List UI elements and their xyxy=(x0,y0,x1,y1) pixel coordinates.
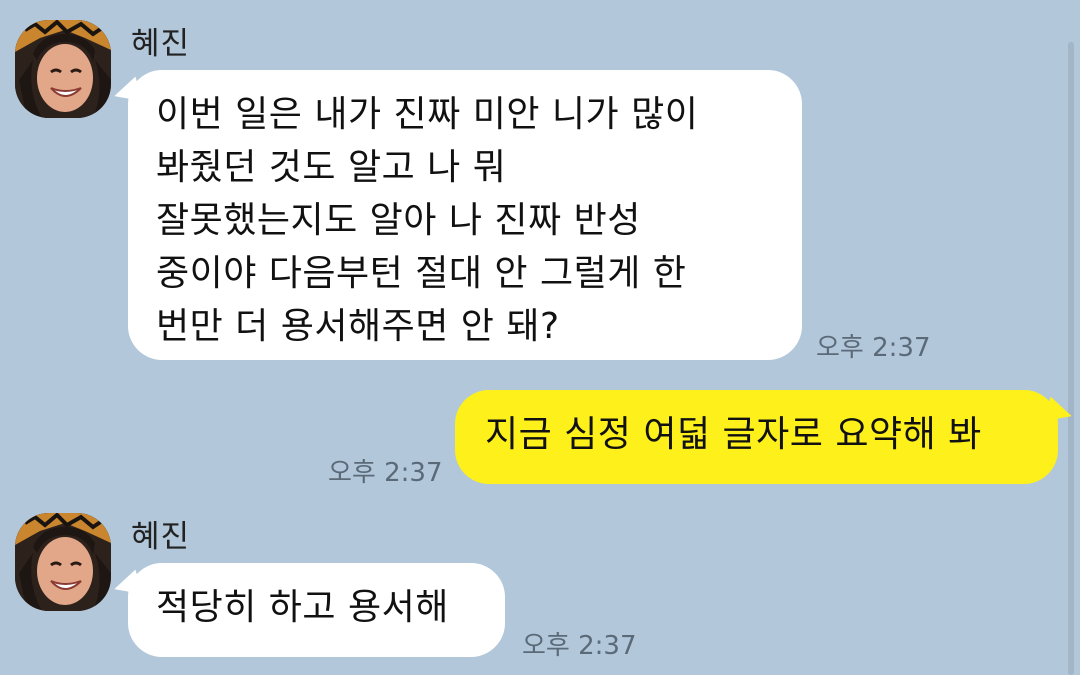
message-bubble[interactable]: 이번 일은 내가 진짜 미안 니가 많이 봐줬던 것도 알고 나 뭐 잘못했는지… xyxy=(128,70,802,360)
scrollbar[interactable] xyxy=(1068,42,1074,675)
sender-name: 혜진 xyxy=(131,26,191,62)
sender-name: 혜진 xyxy=(131,519,191,555)
message-line: 이번 일은 내가 진짜 미안 니가 많이 xyxy=(156,94,699,135)
message-bubble[interactable]: 지금 심정 여덟 글자로 요약해 봐 xyxy=(455,390,1058,484)
avatar[interactable] xyxy=(15,20,111,118)
message-line: 봐줬던 것도 알고 나 뭐 xyxy=(156,147,507,188)
message-line: 잘못했는지도 알아 나 진짜 반성 xyxy=(156,200,641,241)
avatar[interactable] xyxy=(15,513,111,611)
chat-area[interactable]: 혜진 이번 일은 내가 진짜 미안 니가 많이 봐줬던 것도 알고 나 뭐 잘못… xyxy=(0,0,1080,675)
message-time: 오후 2:37 xyxy=(522,631,637,661)
message-line: 중이야 다음부턴 절대 안 그럴게 한 xyxy=(156,253,687,294)
message-bubble[interactable]: 적당히 하고 용서해 xyxy=(128,563,505,657)
message-line: 지금 심정 여덟 글자로 요약해 봐 xyxy=(485,414,982,455)
message-time: 오후 2:37 xyxy=(816,333,931,363)
message-line: 번만 더 용서해주면 안 돼? xyxy=(156,306,560,347)
message-time: 오후 2:37 xyxy=(328,458,443,488)
message-line: 적당히 하고 용서해 xyxy=(156,587,449,628)
